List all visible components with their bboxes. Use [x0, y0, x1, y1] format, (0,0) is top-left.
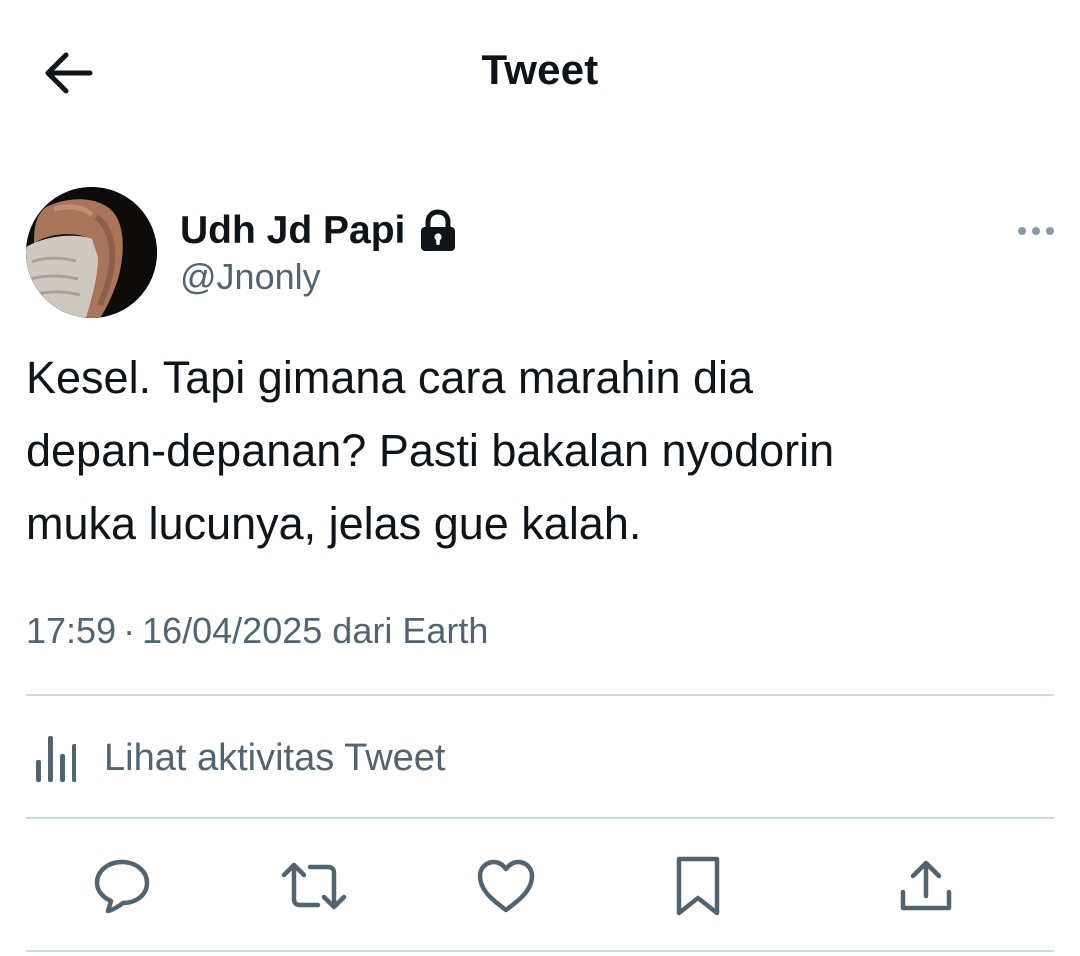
bar-chart-icon: [26, 728, 84, 788]
more-options-button[interactable]: [1012, 215, 1060, 247]
tweet-action-bar: [0, 836, 1080, 936]
divider: [26, 950, 1054, 952]
share-button[interactable]: [890, 850, 962, 922]
bookmark-button[interactable]: [662, 850, 734, 922]
tweet-text-line: depan-depanan? Pasti bakalan nyodorin: [26, 425, 835, 476]
retweet-button[interactable]: [278, 850, 350, 922]
tweet-meta: 17:59 · 16/04/2025 dari Earth: [26, 610, 488, 652]
like-button[interactable]: [470, 850, 542, 922]
tweet-detail-page: Tweet Udh Jd Papi @Jnonly Kesel. Tapi gi…: [0, 0, 1080, 956]
divider: [26, 694, 1054, 696]
header: Tweet: [0, 0, 1080, 150]
reply-button[interactable]: [86, 850, 158, 922]
tweet-time[interactable]: 17:59: [26, 610, 116, 651]
avatar-photo: [26, 187, 157, 318]
display-name[interactable]: Udh Jd Papi: [180, 209, 405, 253]
tweet-text: Kesel. Tapi gimana cara marahin dia depa…: [26, 341, 1056, 560]
avatar[interactable]: [26, 187, 157, 318]
lock-icon: [419, 209, 457, 253]
share-icon: [900, 860, 952, 911]
page-title: Tweet: [481, 46, 599, 93]
meta-separator: ·: [123, 610, 136, 651]
tweet-date[interactable]: 16/04/2025: [142, 610, 322, 651]
bookmark-icon: [676, 856, 720, 916]
tweet-source: dari Earth: [332, 610, 489, 651]
author-name-row: Udh Jd Papi: [180, 206, 457, 256]
view-tweet-activity-link[interactable]: Lihat aktivitas Tweet: [26, 716, 445, 800]
tweet-text-line: Kesel. Tapi gimana cara marahin dia: [26, 352, 754, 403]
activity-label: Lihat aktivitas Tweet: [104, 736, 446, 779]
reply-icon: [94, 859, 150, 914]
user-handle[interactable]: @Jnonly: [180, 256, 321, 298]
retweet-icon: [281, 862, 347, 910]
more-horizontal-icon: [1018, 227, 1054, 235]
heart-icon: [477, 859, 535, 913]
tweet-text-line: muka lucunya, jelas gue kalah.: [26, 498, 642, 549]
divider: [26, 817, 1054, 819]
